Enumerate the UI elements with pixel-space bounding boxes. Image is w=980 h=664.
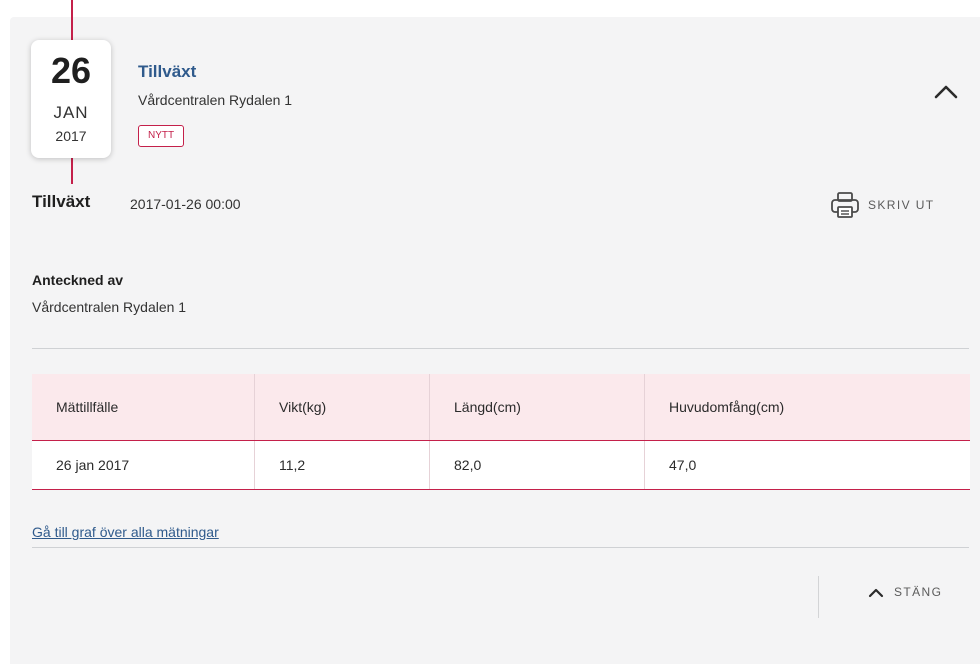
- detail-datetime: 2017-01-26 00:00: [130, 196, 241, 212]
- table-header-row: Mättillfälle Vikt(kg) Längd(cm) Huvudomf…: [32, 374, 970, 441]
- divider: [32, 547, 969, 548]
- timeline-line-top: [71, 0, 73, 40]
- close-label: STÄNG: [894, 585, 943, 599]
- table-cell: 47,0: [644, 440, 970, 490]
- print-button[interactable]: SKRIV UT: [830, 190, 935, 220]
- growth-table: Mättillfälle Vikt(kg) Längd(cm) Huvudomf…: [32, 374, 970, 490]
- vertical-separator: [818, 576, 819, 618]
- chevron-up-icon: [934, 85, 958, 99]
- date-day: 26: [50, 50, 92, 91]
- print-label: SKRIV UT: [868, 198, 935, 212]
- chevron-up-icon: [868, 588, 884, 598]
- table-cell: 11,2: [254, 440, 430, 490]
- date-year: 2017: [55, 128, 87, 144]
- graph-link[interactable]: Gå till graf över alla mätningar: [32, 524, 219, 540]
- printer-icon: [831, 192, 859, 218]
- entry-title[interactable]: Tillväxt: [138, 62, 196, 82]
- close-button[interactable]: STÄNG: [866, 584, 942, 600]
- column-header: Längd(cm): [429, 374, 645, 441]
- divider: [32, 348, 969, 349]
- entry-clinic: Vårdcentralen Rydalen 1: [138, 92, 293, 108]
- detail-title: Tillväxt: [32, 192, 91, 211]
- annotated-by-value: Vårdcentralen Rydalen 1: [32, 299, 187, 315]
- column-header: Huvudomfång(cm): [644, 374, 970, 441]
- table-cell: 26 jan 2017: [32, 440, 255, 490]
- column-header: Vikt(kg): [254, 374, 430, 441]
- new-badge: NYTT: [138, 125, 185, 147]
- date-box: 26 JAN 2017: [31, 40, 111, 158]
- table-cell: 82,0: [429, 440, 645, 490]
- journal-entry-card: [10, 17, 980, 664]
- column-header: Mättillfälle: [32, 374, 255, 441]
- date-month: JAN: [53, 103, 89, 122]
- annotated-by-label: Anteckned av: [32, 272, 124, 288]
- table-row: 26 jan 2017 11,2 82,0 47,0: [32, 440, 970, 490]
- timeline-line-bottom: [71, 158, 73, 184]
- collapse-button[interactable]: [928, 78, 964, 104]
